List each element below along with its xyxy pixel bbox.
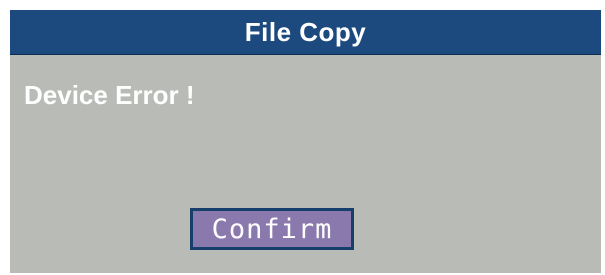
dialog-titlebar: File Copy [10,10,601,55]
confirm-button[interactable]: Confirm [190,208,354,250]
confirm-button-label: Confirm [211,213,333,245]
file-copy-dialog: File Copy Device Error ! Confirm [10,10,601,273]
error-message: Device Error ! [24,80,195,110]
dialog-title: File Copy [244,16,367,47]
